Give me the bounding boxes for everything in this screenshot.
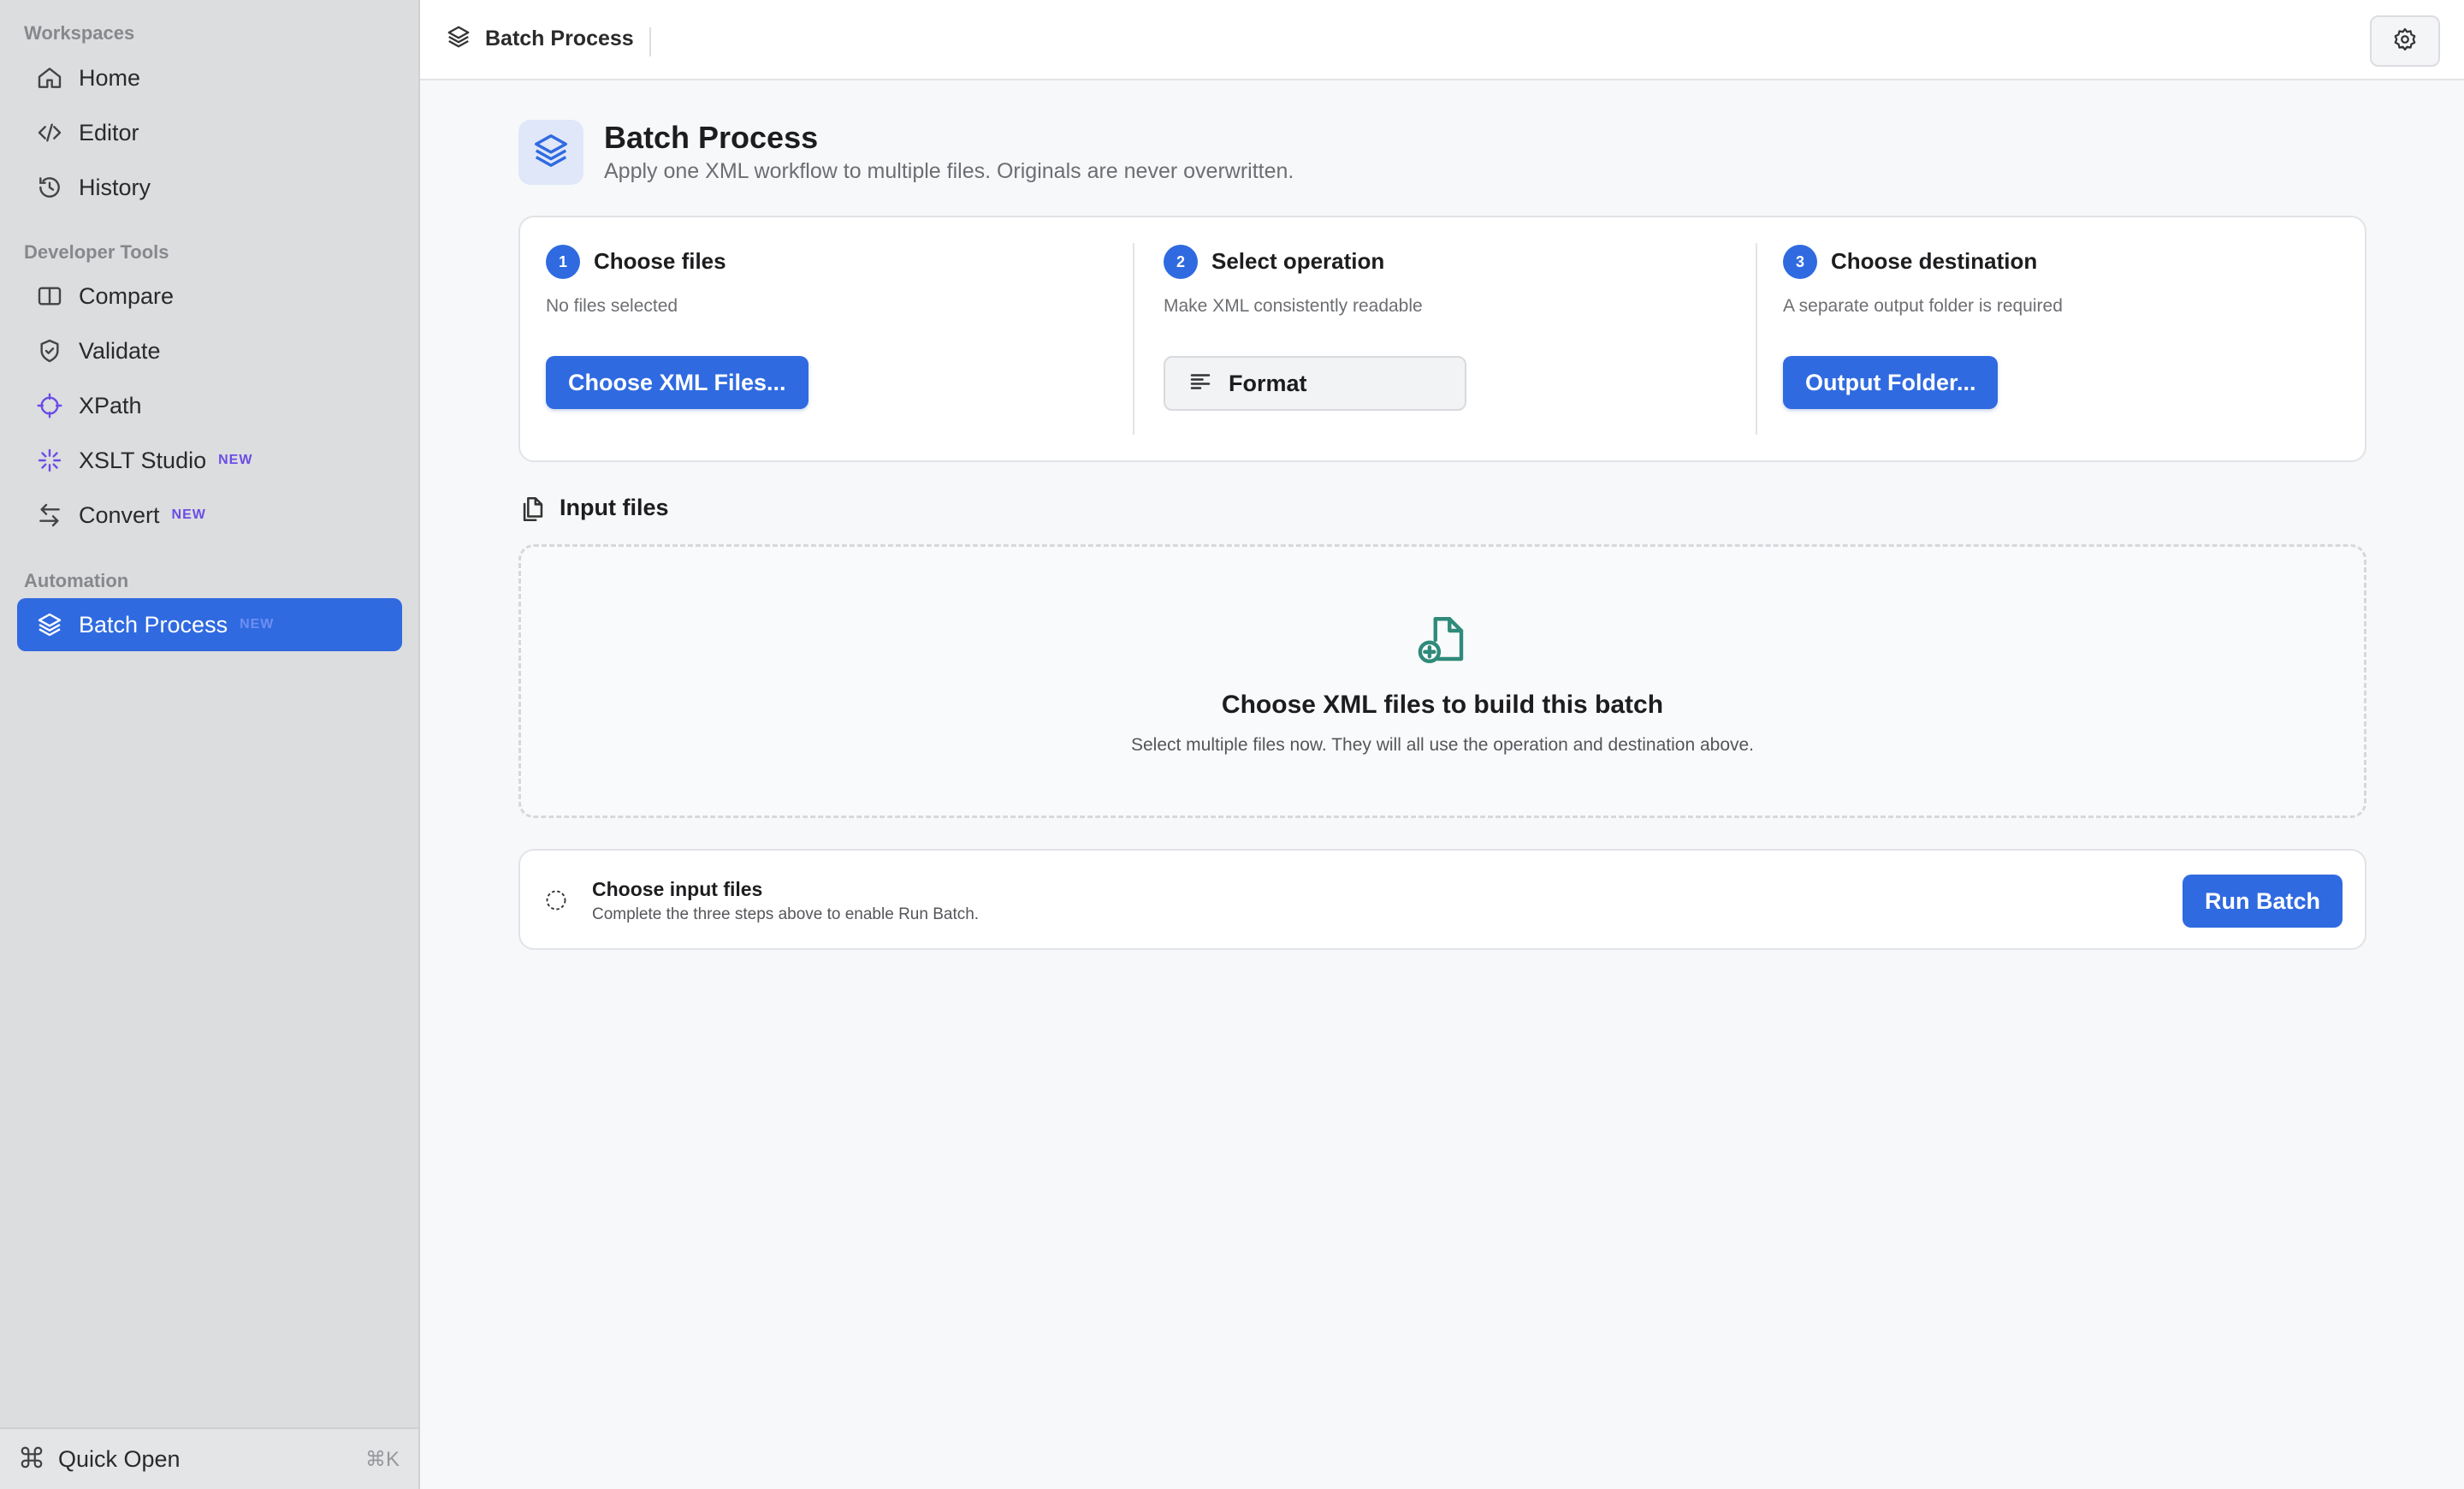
sidebar-item-history[interactable]: History	[17, 161, 402, 214]
sidebar-item-convert[interactable]: Convert NEW	[17, 489, 402, 542]
layers-icon	[34, 609, 65, 640]
step-divider	[1133, 243, 1134, 435]
quick-open-button[interactable]: Quick Open ⌘K	[0, 1427, 418, 1489]
sidebar-item-xpath[interactable]: XPath	[17, 379, 402, 432]
code-icon	[34, 117, 65, 148]
dropzone-description: Select multiple files now. They will all…	[1130, 735, 1755, 755]
sidebar-item-label: Validate	[79, 337, 161, 364]
quick-open-shortcut: ⌘K	[364, 1447, 400, 1471]
home-icon	[34, 62, 65, 93]
file-dropzone[interactable]: Choose XML files to build this batch Sel…	[518, 544, 2366, 818]
step-title: Select operation	[1211, 248, 1385, 274]
choose-xml-files-button[interactable]: Choose XML Files...	[546, 356, 808, 409]
status-title: Choose input files	[592, 878, 763, 900]
sidebar: Workspaces Home Editor History Developer…	[0, 0, 420, 1489]
step-number: 3	[1783, 245, 1817, 279]
batch-status-card: Choose input files Complete the three st…	[518, 849, 2366, 950]
shield-check-icon	[34, 335, 65, 366]
file-add-icon	[1414, 612, 1471, 673]
layers-icon	[531, 131, 571, 175]
step-description: No files selected	[546, 296, 678, 316]
new-badge: NEW	[240, 617, 275, 632]
steps-card: 1 Choose files No files selected Choose …	[518, 216, 2366, 462]
status-description: Complete the three steps above to enable…	[592, 905, 980, 923]
sidebar-item-label: XSLT Studio	[79, 447, 207, 473]
layers-icon	[446, 24, 471, 54]
pending-icon	[544, 888, 568, 917]
operation-select[interactable]: Format	[1164, 356, 1466, 411]
step-number: 1	[546, 245, 580, 279]
new-badge: NEW	[171, 507, 206, 522]
command-icon	[19, 1445, 44, 1474]
columns-icon	[34, 281, 65, 311]
run-batch-button[interactable]: Run Batch	[2183, 875, 2343, 928]
page-title: Batch Process	[604, 120, 819, 155]
align-left-icon	[1188, 369, 1213, 399]
sidebar-item-batch-process[interactable]: Batch Process NEW	[17, 598, 402, 651]
sidebar-section-workspaces: Workspaces	[24, 22, 135, 44]
step-description: Make XML consistently readable	[1164, 296, 1423, 316]
dropzone-title: Choose XML files to build this batch	[1221, 691, 1664, 719]
sidebar-item-label: Home	[79, 64, 141, 91]
step-number: 2	[1164, 245, 1198, 279]
new-badge: NEW	[218, 453, 253, 467]
sidebar-item-label: Compare	[79, 282, 175, 309]
operation-select-label: Format	[1229, 370, 1307, 396]
input-files-title: Input files	[560, 495, 669, 520]
step-choose-destination: 3 Choose destination A separate output f…	[1757, 217, 2366, 464]
settings-button[interactable]	[2370, 15, 2440, 67]
sidebar-section-automation: Automation	[24, 570, 129, 591]
breadcrumb-divider	[649, 27, 651, 56]
step-title: Choose files	[594, 248, 726, 274]
sidebar-item-home[interactable]: Home	[17, 51, 402, 104]
sidebar-item-validate[interactable]: Validate	[17, 324, 402, 377]
step-select-operation: 2 Select operation Make XML consistently…	[1138, 217, 1757, 464]
crosshair-icon	[34, 390, 65, 421]
sidebar-item-label: XPath	[79, 392, 142, 418]
sidebar-section-developer-tools: Developer Tools	[24, 241, 169, 263]
sidebar-item-label: Batch Process	[79, 611, 228, 638]
gear-icon	[2392, 27, 2418, 56]
step-description: A separate output folder is required	[1783, 296, 2063, 316]
page-icon	[518, 120, 583, 185]
sidebar-item-xslt-studio[interactable]: XSLT Studio NEW	[17, 434, 402, 487]
files-icon	[518, 495, 548, 528]
step-title: Choose destination	[1831, 248, 2038, 274]
sparkle-icon	[34, 445, 65, 476]
sidebar-item-editor[interactable]: Editor	[17, 106, 402, 159]
page-subtitle: Apply one XML workflow to multiple files…	[604, 159, 1294, 183]
top-bar: Batch Process	[420, 0, 2464, 80]
step-choose-files: 1 Choose files No files selected Choose …	[520, 217, 1134, 464]
breadcrumb: Batch Process	[446, 24, 634, 54]
sidebar-item-label: Convert	[79, 501, 160, 528]
quick-open-label: Quick Open	[58, 1445, 181, 1472]
sidebar-item-label: History	[79, 174, 151, 200]
sidebar-item-compare[interactable]: Compare	[17, 270, 402, 323]
sidebar-item-label: Editor	[79, 119, 139, 145]
output-folder-button[interactable]: Output Folder...	[1783, 356, 1999, 409]
history-icon	[34, 172, 65, 203]
arrows-swap-icon	[34, 500, 65, 531]
breadcrumb-label: Batch Process	[485, 27, 634, 50]
